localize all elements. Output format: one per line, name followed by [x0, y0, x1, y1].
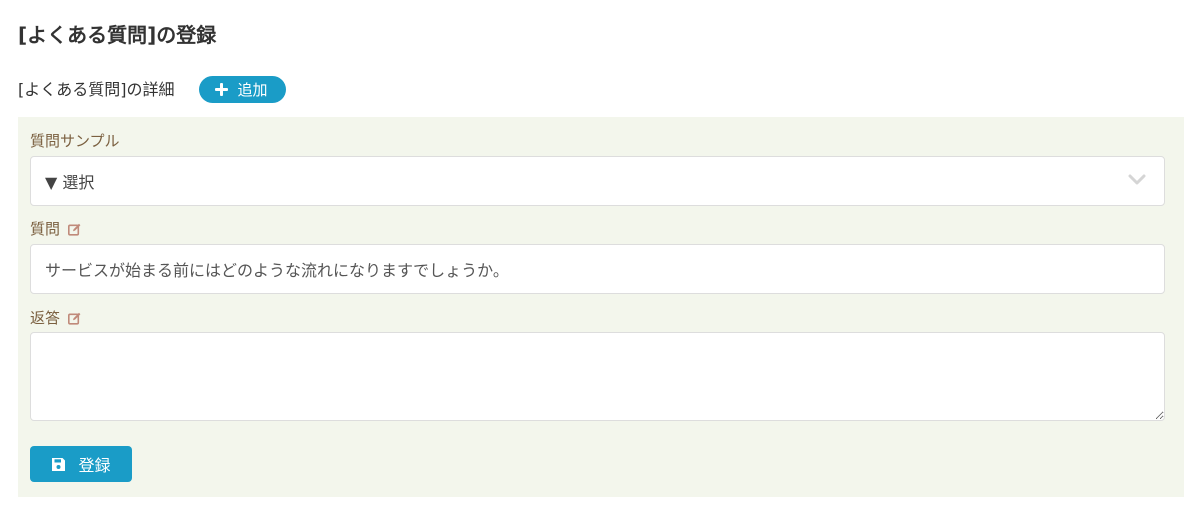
question-input[interactable]: [30, 244, 1165, 294]
plus-icon: [214, 83, 228, 96]
edit-icon: [68, 312, 81, 325]
sample-label-text: 質問サンプル: [30, 132, 120, 150]
question-label-text: 質問: [30, 220, 61, 238]
select-value: ▼ 選択: [45, 173, 95, 192]
answer-label-text: 返答: [30, 309, 61, 327]
section-header: [よくある質問]の詳細 追加: [18, 76, 286, 103]
section-title: [よくある質問]の詳細: [18, 80, 175, 99]
faq-form-panel: 質問サンプル ▼ 選択 質問 返答: [18, 117, 1184, 497]
sample-label: 質問サンプル: [30, 131, 120, 151]
edit-icon: [68, 223, 81, 236]
add-button[interactable]: 追加: [198, 76, 286, 103]
page-title: [よくある質問]の登録: [18, 23, 217, 47]
save-button[interactable]: 登録: [30, 446, 132, 482]
answer-label: 返答: [30, 308, 81, 328]
floppy-disk-icon: [52, 457, 66, 471]
answer-textarea[interactable]: [30, 332, 1165, 421]
question-sample-select[interactable]: ▼ 選択: [30, 156, 1165, 206]
add-button-label: 追加: [237, 81, 268, 99]
question-label: 質問: [30, 219, 81, 239]
page: [よくある質問]の登録 [よくある質問]の詳細 追加 質問サンプル ▼ 選択 質…: [0, 0, 1200, 522]
save-button-label: 登録: [78, 456, 111, 475]
chevron-down-icon: [1128, 174, 1146, 185]
